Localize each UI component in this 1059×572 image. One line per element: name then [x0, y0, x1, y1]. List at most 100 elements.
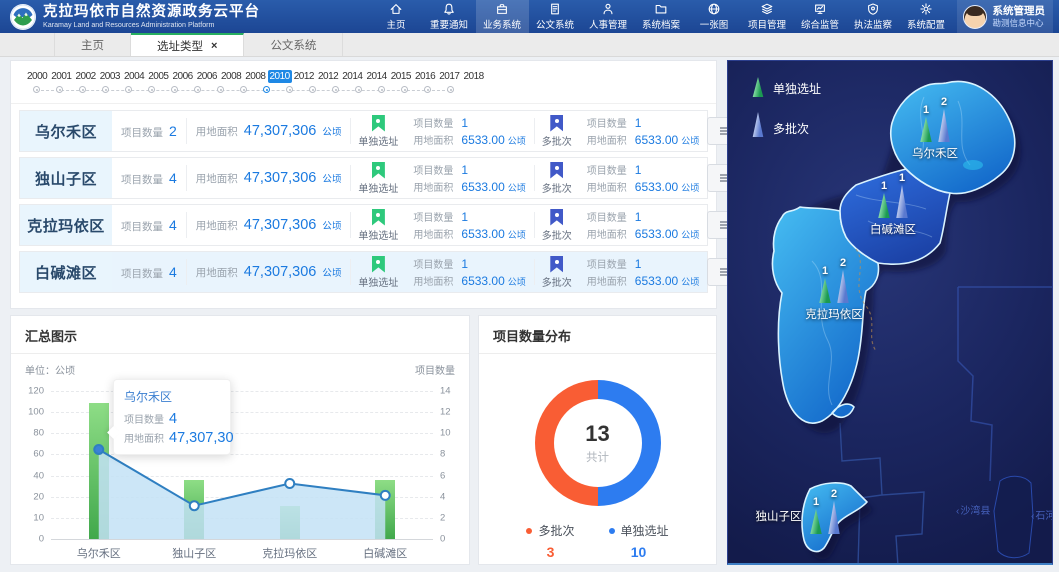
nav-item-shield[interactable]: 执法监察 — [847, 0, 900, 33]
year-dot-cell[interactable] — [25, 86, 48, 97]
briefcase-icon — [495, 2, 509, 16]
map-marker[interactable]: 12乌尔禾区 — [912, 96, 958, 161]
year-cell[interactable]: 2012 — [316, 70, 340, 83]
timeline-dot[interactable] — [447, 86, 454, 93]
timeline-dot[interactable] — [102, 86, 109, 93]
timeline-dot[interactable] — [125, 86, 132, 93]
timeline-dot[interactable] — [240, 86, 247, 93]
donut-legend-item[interactable]: 多批次3 — [526, 522, 574, 560]
nav-item-document[interactable]: 公文系统 — [529, 0, 582, 33]
nav-item-layers[interactable]: 项目管理 — [741, 0, 794, 33]
project-count-value: 1 — [635, 257, 642, 271]
year-cell[interactable]: 2008 — [243, 70, 267, 83]
district-row[interactable]: 克拉玛依区项目数量4用地面积47,307,306公顷单独选址项目数量1用地面积6… — [19, 204, 708, 246]
single-site-label: 单独选址 — [358, 133, 398, 148]
data-point[interactable] — [190, 501, 199, 510]
timeline-dot[interactable] — [33, 86, 40, 93]
year-dot-cell[interactable] — [117, 86, 140, 97]
year-cell[interactable]: 2015 — [389, 70, 413, 83]
year-dot-cell[interactable] — [232, 86, 255, 97]
single-site-cone-icon — [752, 77, 764, 97]
year-cell[interactable]: 2014 — [365, 70, 389, 83]
year-dot-cell[interactable] — [163, 86, 186, 97]
year-dot-cell[interactable] — [278, 86, 301, 97]
nav-item-gear[interactable]: 系统配置 — [900, 0, 953, 33]
year-cell[interactable]: 2006 — [195, 70, 219, 83]
year-cell[interactable]: 2000 — [25, 70, 49, 83]
project-count-label: 项目数量 — [121, 266, 163, 281]
map-marker[interactable]: 12独山子区 — [810, 488, 841, 534]
year-dot-cell[interactable] — [186, 86, 209, 97]
map-marker[interactable]: 11白碱滩区 — [870, 172, 916, 237]
year-dot-cell[interactable] — [71, 86, 94, 97]
year-cell[interactable]: 2001 — [49, 70, 73, 83]
marker-cones: 12 — [810, 488, 841, 534]
year-cell[interactable]: 2010 — [268, 70, 292, 83]
timeline-dot[interactable] — [401, 86, 408, 93]
timeline-dot[interactable] — [286, 86, 293, 93]
left-axis-label: 单位：公顷 — [25, 362, 75, 377]
nav-item-bell[interactable]: 重要通知 — [423, 0, 476, 33]
year-cell[interactable]: 2003 — [98, 70, 122, 83]
year-cell[interactable]: 2008 — [219, 70, 243, 83]
timeline-dot[interactable] — [171, 86, 178, 93]
year-dot-cell[interactable] — [416, 86, 439, 97]
year-cell[interactable]: 2002 — [74, 70, 98, 83]
land-area-value: 6533.00 — [461, 274, 504, 288]
year-dot-cell[interactable] — [94, 86, 117, 97]
year-cell[interactable]: 2018 — [462, 70, 486, 83]
timeline-dot[interactable] — [194, 86, 201, 93]
district-row[interactable]: 白碱滩区项目数量4用地面积47,307,306公顷单独选址项目数量1用地面积65… — [19, 251, 708, 293]
nav-item-folder[interactable]: 系统档案 — [635, 0, 688, 33]
timeline-dot[interactable] — [56, 86, 63, 93]
year-cell[interactable]: 2016 — [413, 70, 437, 83]
year-cell[interactable]: 2006 — [171, 70, 195, 83]
data-point[interactable] — [94, 445, 103, 454]
year-cell[interactable]: 2014 — [340, 70, 364, 83]
donut-legend-item[interactable]: 单独选址10 — [609, 522, 669, 560]
year-cell[interactable]: 2005 — [146, 70, 170, 83]
nav-item-person[interactable]: 人事管理 — [582, 0, 635, 33]
tab-active[interactable]: 选址类型× — [131, 33, 244, 56]
map-legend-item: 单独选址 — [752, 77, 821, 97]
single-site-bookmark-icon — [372, 115, 385, 132]
district-row[interactable]: 独山子区项目数量4用地面积47,307,306公顷单独选址项目数量1用地面积65… — [19, 157, 708, 199]
year-dot-cell[interactable] — [370, 86, 393, 97]
timeline-dot[interactable] — [355, 86, 362, 93]
year-dot-cell[interactable] — [301, 86, 324, 97]
nav-item-monitor[interactable]: 综合监管 — [794, 0, 847, 33]
map-marker[interactable]: 12克拉玛依区 — [805, 257, 863, 322]
year-dot-cell[interactable] — [140, 86, 163, 97]
year-dot-cell[interactable] — [48, 86, 71, 97]
nav-item-home[interactable]: 主页 — [370, 0, 423, 33]
tab-item[interactable]: 主页 — [54, 33, 131, 56]
year-cell[interactable]: 2017 — [437, 70, 461, 83]
timeline-dot[interactable] — [378, 86, 385, 93]
year-cell[interactable]: 2004 — [122, 70, 146, 83]
year-dot-cell[interactable] — [393, 86, 416, 97]
tab-close-icon[interactable]: × — [211, 40, 217, 52]
data-point[interactable] — [381, 491, 390, 500]
data-point[interactable] — [285, 479, 294, 488]
timeline-dot[interactable] — [217, 86, 224, 93]
timeline-dot[interactable] — [332, 86, 339, 93]
tab-item[interactable]: 公文系统 — [244, 33, 343, 56]
timeline-dot[interactable] — [263, 86, 270, 93]
timeline-dot[interactable] — [79, 86, 86, 93]
donut-chart[interactable]: 13 共计 — [535, 380, 661, 506]
nav-item-globe[interactable]: 一张图 — [688, 0, 741, 33]
nav-item-briefcase[interactable]: 业务系统 — [476, 0, 529, 33]
user-box[interactable]: 系统管理员 勘测信息中心 — [957, 0, 1054, 33]
right-axis-label: 项目数量 — [415, 362, 455, 377]
timeline-dot[interactable] — [309, 86, 316, 93]
year-dot-cell[interactable] — [439, 86, 462, 97]
year-dot-cell[interactable] — [347, 86, 370, 97]
year-dot-cell[interactable] — [255, 86, 278, 97]
timeline-dot[interactable] — [424, 86, 431, 93]
year-dot-cell[interactable] — [209, 86, 232, 97]
year-dot-cell[interactable] — [324, 86, 347, 97]
land-area-value: 47,307,306 — [244, 170, 317, 186]
timeline-dot[interactable] — [148, 86, 155, 93]
district-row[interactable]: 乌尔禾区项目数量2用地面积47,307,306公顷单独选址项目数量1用地面积65… — [19, 110, 708, 152]
year-cell[interactable]: 2012 — [292, 70, 316, 83]
